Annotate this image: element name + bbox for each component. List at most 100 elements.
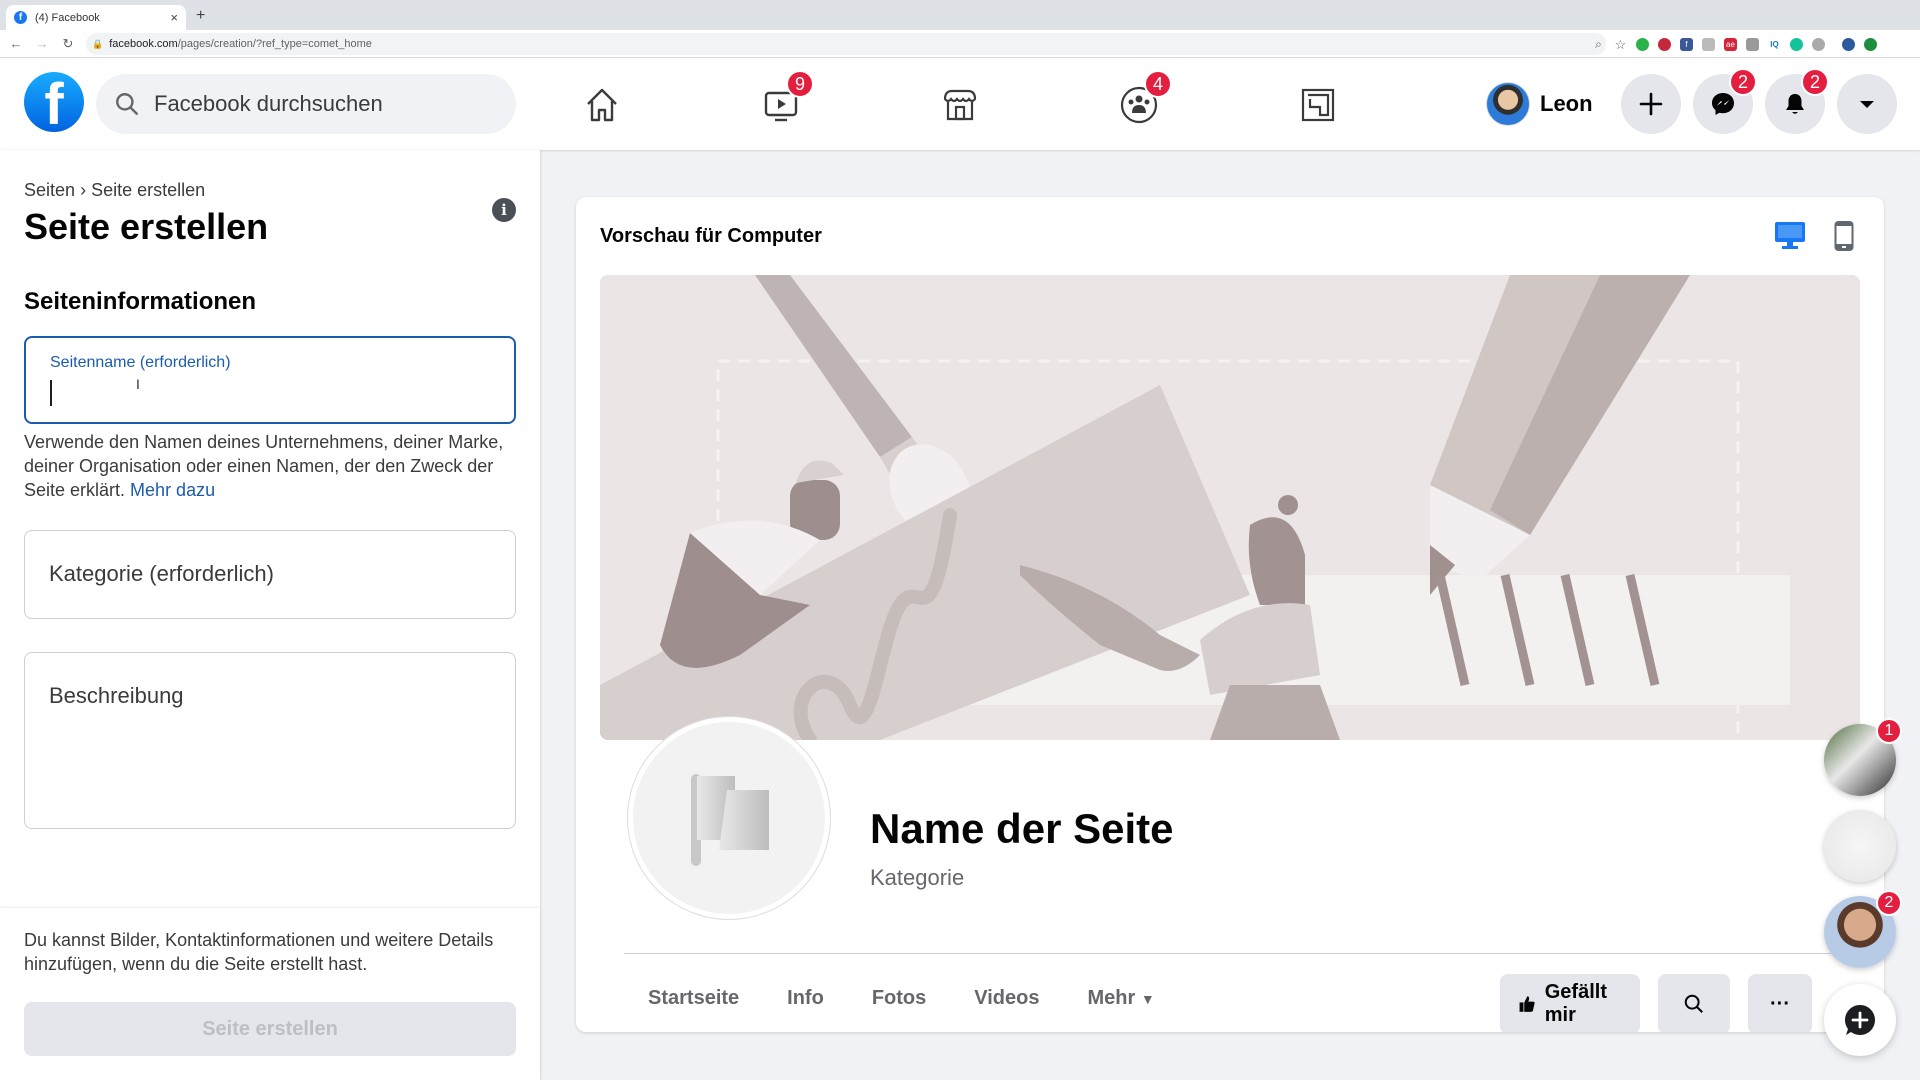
flag-icon	[691, 774, 769, 866]
account-menu-button[interactable]	[1837, 74, 1897, 134]
search-input[interactable]	[154, 91, 454, 117]
address-bar-row: ← → ↻ 🔒 facebook.com/pages/creation/?ref…	[0, 30, 1920, 58]
mobile-icon	[1834, 221, 1854, 251]
preview-title: Vorschau für Computer	[600, 225, 822, 247]
messenger-badge: 2	[1729, 68, 1757, 96]
section-heading: Seiteninformationen	[24, 288, 257, 315]
create-button[interactable]	[1621, 74, 1681, 134]
tab-photos[interactable]: Fotos	[872, 987, 926, 1010]
close-tab-icon[interactable]: ×	[170, 10, 178, 25]
forward-icon[interactable]: →	[32, 36, 52, 51]
text-caret	[50, 380, 52, 406]
desktop-preview-button[interactable]	[1774, 221, 1806, 256]
bookmark-star-icon[interactable]: ☆	[1614, 38, 1627, 51]
search-box[interactable]	[96, 74, 516, 134]
mobile-preview-button[interactable]	[1834, 221, 1854, 256]
profile-link[interactable]: Leon	[1486, 82, 1593, 126]
search-icon	[116, 93, 138, 115]
profile-picture-placeholder	[628, 717, 830, 919]
chrome-profile-icon[interactable]	[1842, 37, 1855, 51]
nav-home[interactable]	[577, 80, 627, 130]
avatar	[1486, 82, 1530, 126]
lock-icon: 🔒	[92, 38, 104, 49]
back-icon[interactable]: ←	[6, 36, 26, 51]
gaming-icon	[1301, 88, 1335, 122]
tab-more[interactable]: Mehr ▼	[1087, 987, 1154, 1010]
extension-grey-icon[interactable]	[1702, 37, 1715, 51]
chat-head[interactable]: 1	[1824, 718, 1902, 796]
desktop-icon	[1775, 222, 1805, 249]
chevron-down-icon	[1860, 101, 1874, 108]
ellipsis-icon: ···	[1770, 992, 1790, 1015]
extension-icons: ⌕ ☆ f ae IQ	[1592, 36, 1877, 52]
extension-iq-icon[interactable]: IQ	[1768, 38, 1781, 51]
extension-ae-icon[interactable]: ae	[1724, 37, 1737, 51]
breadcrumb-pages-link[interactable]: Seiten	[24, 180, 75, 200]
marketplace-icon	[943, 89, 977, 121]
ibeam-cursor-icon: I	[136, 376, 140, 392]
new-message-icon	[1845, 1005, 1875, 1035]
caret-down-icon: ▼	[1140, 991, 1155, 1007]
zoom-icon[interactable]: ⌕	[1592, 37, 1605, 51]
nav-gaming[interactable]	[1293, 80, 1343, 130]
groups-badge: 4	[1144, 70, 1172, 98]
chat-badge: 2	[1876, 890, 1902, 916]
browser-tab[interactable]: f (4) Facebook ×	[6, 5, 186, 30]
breadcrumb: Seiten › Seite erstellen	[24, 180, 205, 201]
tab-home[interactable]: Startseite	[648, 987, 739, 1010]
learn-more-link[interactable]: Mehr dazu	[130, 480, 215, 500]
reload-icon[interactable]: ↻	[58, 36, 78, 52]
update-icon[interactable]	[1864, 37, 1877, 51]
preview-search-button[interactable]	[1658, 974, 1730, 1032]
help-text: Verwende den Namen deines Unternehmens, …	[24, 432, 504, 500]
new-tab-button[interactable]: +	[196, 7, 205, 25]
breadcrumb-current: Seite erstellen	[91, 180, 206, 200]
cover-illustration	[600, 275, 1860, 740]
info-icon[interactable]: i	[492, 198, 516, 222]
page-name-help: Verwende den Namen deines Unternehmens, …	[24, 430, 516, 502]
search-icon	[1684, 994, 1703, 1013]
breadcrumb-separator: ›	[80, 180, 87, 200]
description-label: Beschreibung	[49, 683, 184, 708]
extension-facebook-icon[interactable]: f	[1680, 37, 1693, 51]
like-button[interactable]: Gefällt mir	[1500, 974, 1640, 1032]
footer-area: Du kannst Bilder, Kontaktinformationen u…	[0, 908, 540, 1080]
url-field[interactable]: 🔒 facebook.com/pages/creation/?ref_type=…	[86, 33, 1606, 55]
messenger-button[interactable]: 2	[1693, 68, 1757, 134]
tab-videos[interactable]: Videos	[974, 987, 1039, 1010]
tab-more-label: Mehr	[1087, 987, 1136, 1009]
extension-cast-icon[interactable]	[1746, 37, 1759, 51]
category-field[interactable]: Kategorie (erforderlich)	[24, 530, 516, 619]
tab-title: (4) Facebook	[35, 11, 100, 24]
facebook-logo-icon[interactable]: f	[24, 72, 84, 132]
extension-yab-icon[interactable]	[1658, 37, 1671, 51]
new-message-button[interactable]	[1824, 984, 1896, 1056]
nav-marketplace[interactable]	[935, 80, 985, 130]
create-page-button[interactable]: Seite erstellen	[24, 1002, 516, 1056]
preview-card: Vorschau für Computer Name der Seite Kat…	[576, 197, 1884, 1032]
profile-name: Leon	[1540, 91, 1593, 116]
nav-watch[interactable]: 9	[756, 70, 814, 130]
preview-page-name: Name der Seite	[870, 805, 1174, 852]
extension-abp-icon[interactable]	[1812, 37, 1825, 51]
cover-art	[600, 275, 1860, 740]
url-domain: facebook.com	[109, 38, 178, 50]
extension-green-icon[interactable]	[1636, 37, 1649, 51]
bell-icon	[1786, 94, 1804, 114]
page-name-label: Seitenname (erforderlich)	[50, 354, 231, 371]
more-options-button[interactable]: ···	[1748, 974, 1812, 1032]
notifications-button[interactable]: 2	[1765, 68, 1829, 134]
tab-info[interactable]: Info	[787, 987, 824, 1010]
footer-note: Du kannst Bilder, Kontaktinformationen u…	[24, 930, 494, 974]
browser-tab-bar: f (4) Facebook × +	[0, 0, 1920, 30]
preview-category: Kategorie	[870, 865, 965, 890]
page-name-field[interactable]: Seitenname (erforderlich) I	[24, 336, 516, 424]
chat-head[interactable]	[1824, 810, 1896, 882]
url-path: /pages/creation/?ref_type=comet_home	[177, 38, 372, 50]
chat-head[interactable]: 2	[1824, 890, 1902, 968]
extension-grammarly-icon[interactable]	[1790, 37, 1803, 51]
description-field[interactable]: Beschreibung	[24, 652, 516, 829]
create-page-panel: Seiten › Seite erstellen Seite erstellen…	[0, 150, 540, 1080]
nav-groups[interactable]: 4	[1114, 70, 1172, 130]
watch-badge: 9	[786, 70, 814, 98]
